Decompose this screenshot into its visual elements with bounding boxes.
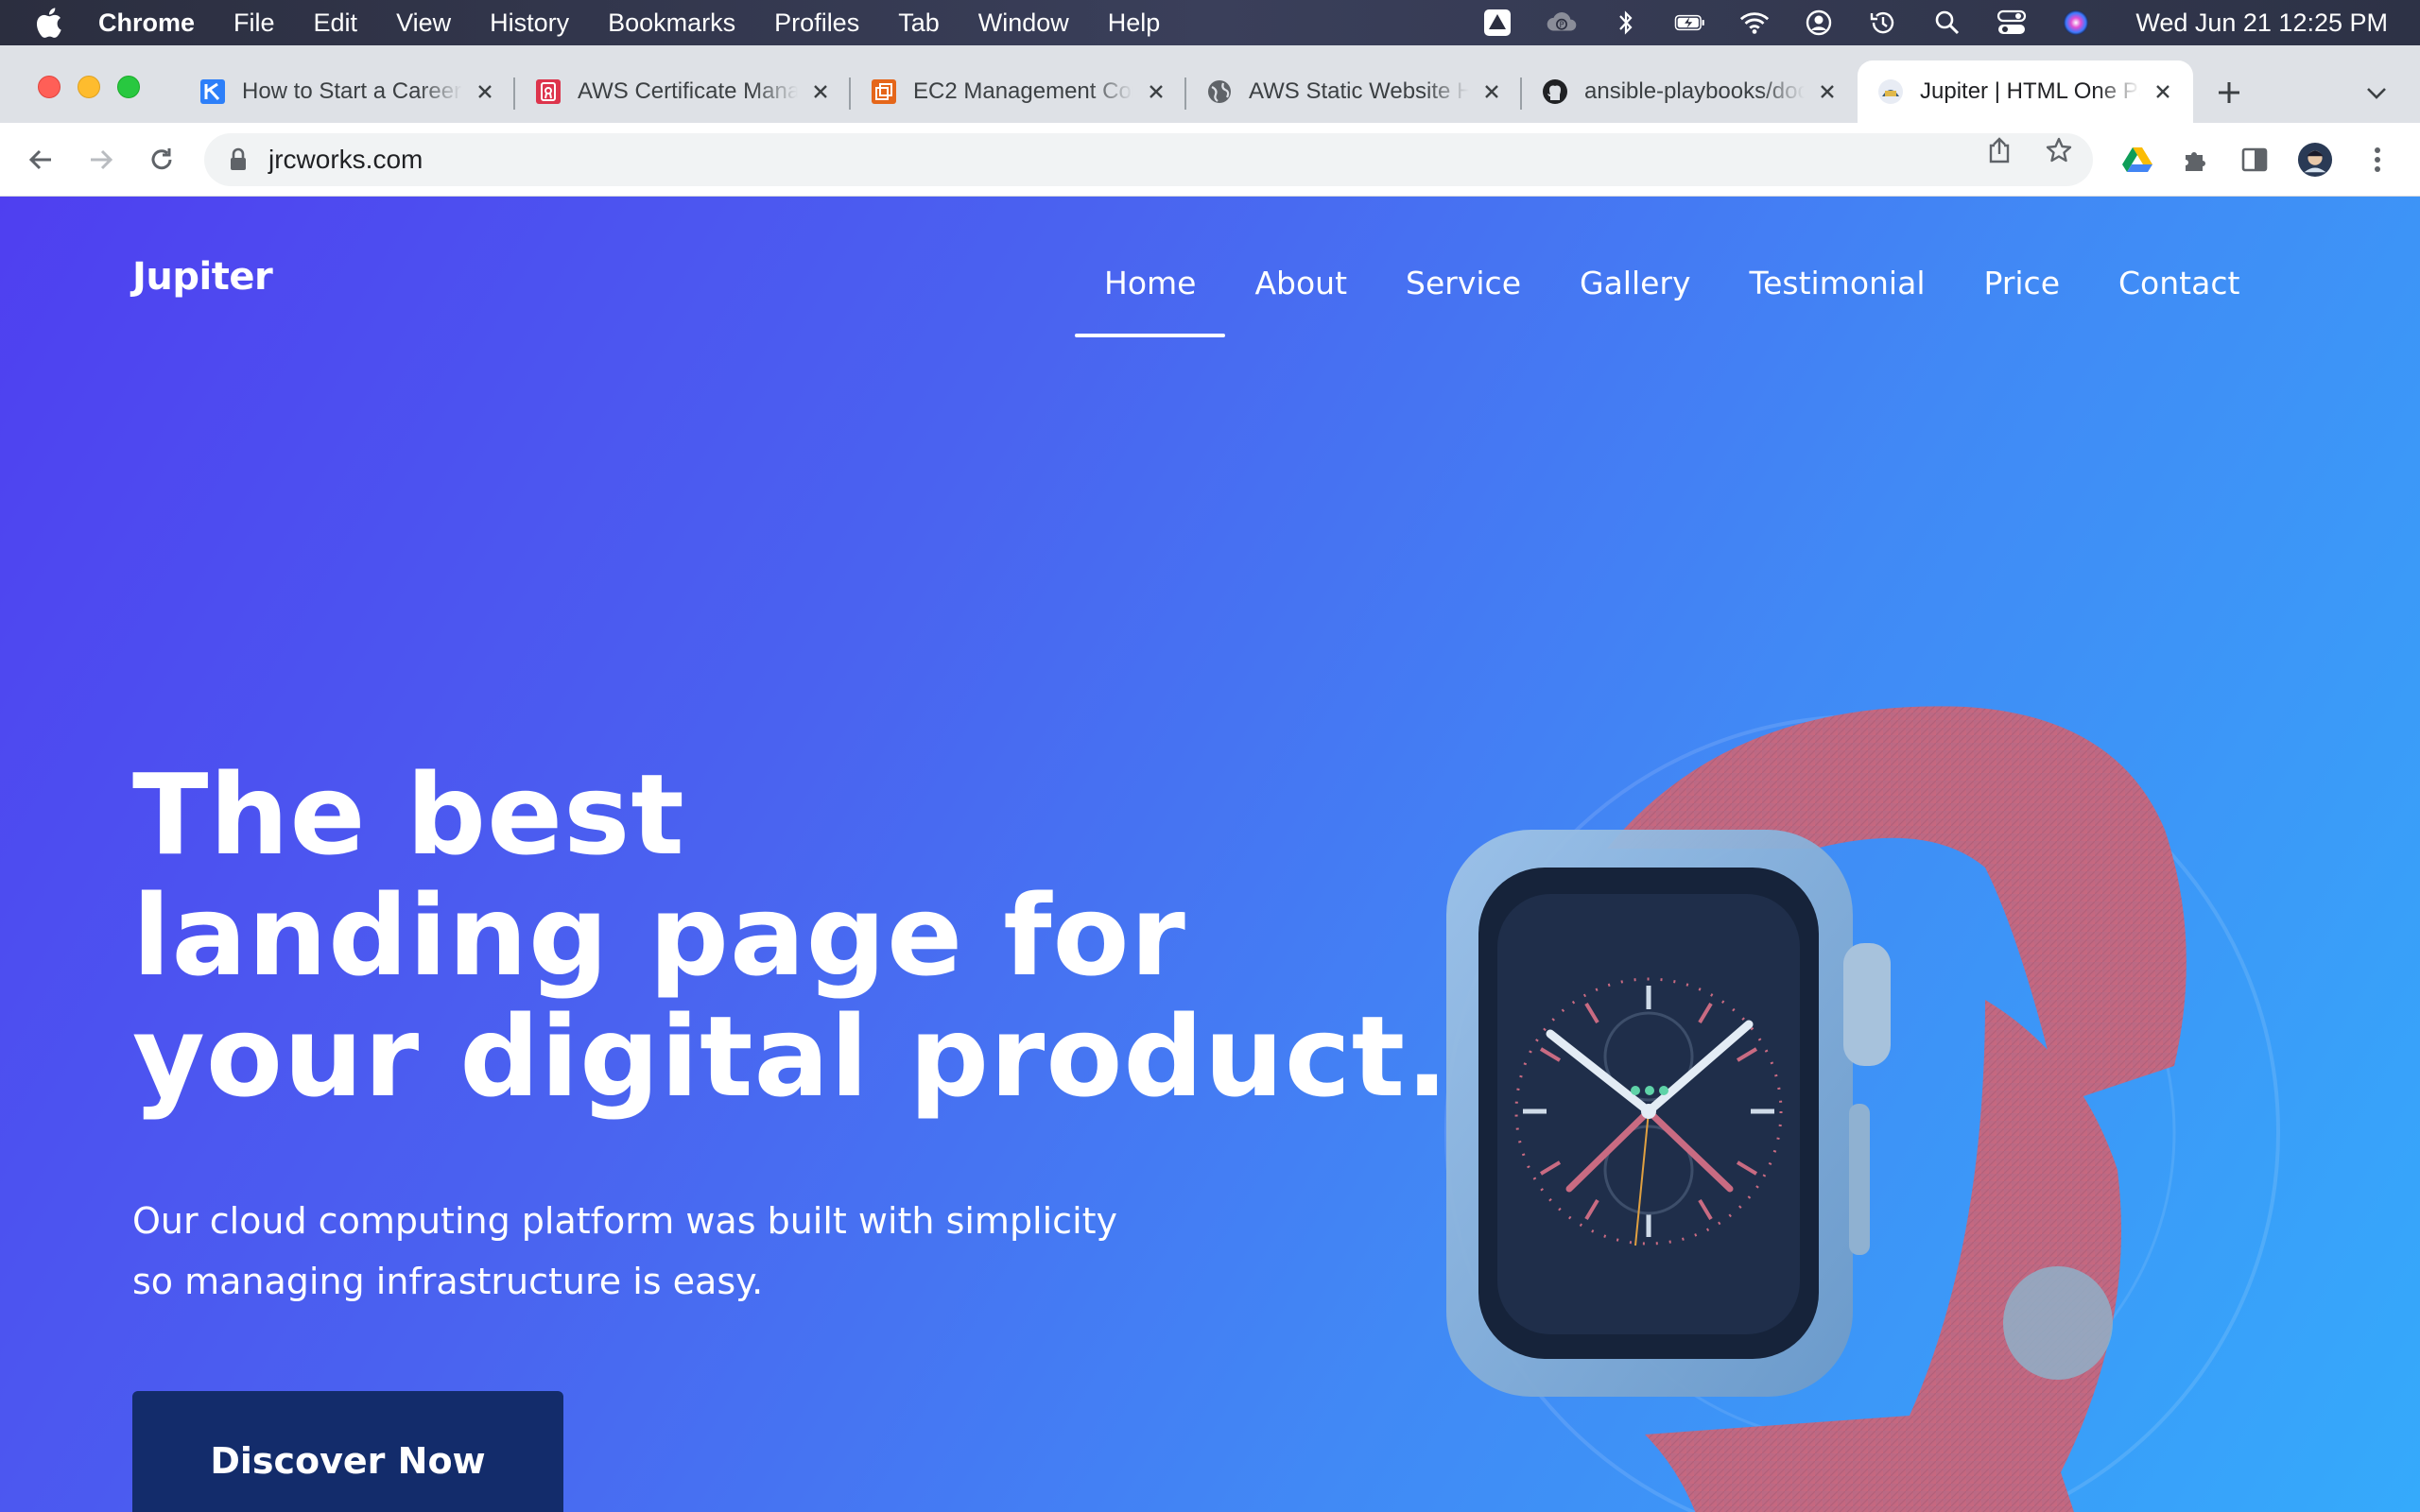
side-panel-icon[interactable] bbox=[2237, 142, 2273, 178]
window-close-button[interactable] bbox=[38, 76, 60, 98]
tab-github-ansible[interactable]: ansible-playbooks/docker bbox=[1522, 60, 1858, 123]
apple-menu-icon[interactable] bbox=[34, 7, 66, 39]
forward-button[interactable] bbox=[81, 140, 121, 180]
menu-edit[interactable]: Edit bbox=[314, 9, 358, 38]
hero-subtitle: Our cloud computing platform was built w… bbox=[132, 1191, 1172, 1312]
nav-link-about[interactable]: About bbox=[1225, 251, 1376, 337]
menu-app-name[interactable]: Chrome bbox=[98, 9, 195, 38]
smartwatch-image bbox=[1444, 706, 2280, 1512]
aws-cert-icon bbox=[534, 77, 562, 106]
address-bar[interactable]: jrcworks.com bbox=[204, 133, 2093, 186]
window-controls bbox=[38, 76, 140, 98]
tab-search-chevron-icon[interactable] bbox=[2358, 77, 2395, 110]
menu-bookmarks[interactable]: Bookmarks bbox=[608, 9, 735, 38]
wifi-icon[interactable] bbox=[1738, 7, 1771, 39]
extensions-puzzle-icon[interactable] bbox=[2178, 142, 2214, 178]
pushbullet-icon[interactable]: P bbox=[1546, 7, 1578, 39]
nav-link-price[interactable]: Price bbox=[1955, 251, 2090, 337]
svg-text:P: P bbox=[1560, 21, 1564, 30]
globe-icon bbox=[1205, 77, 1234, 106]
nav-link-service[interactable]: Service bbox=[1376, 251, 1550, 337]
window-minimize-button[interactable] bbox=[78, 76, 100, 98]
new-tab-button[interactable] bbox=[2210, 74, 2248, 112]
battery-icon[interactable] bbox=[1674, 7, 1706, 39]
drive-sync-icon[interactable] bbox=[1481, 7, 1513, 39]
tab-title: Jupiter | HTML One Page bbox=[1920, 78, 2140, 104]
close-tab-icon[interactable] bbox=[1814, 78, 1841, 105]
back-button[interactable] bbox=[21, 140, 60, 180]
tab-ec2-console[interactable]: EC2 Management Console bbox=[851, 60, 1186, 123]
close-tab-icon[interactable] bbox=[2150, 78, 2176, 105]
menu-view[interactable]: View bbox=[396, 9, 451, 38]
jupiter-icon bbox=[1876, 77, 1905, 106]
tab-title: AWS Static Website Hosting bbox=[1249, 78, 1469, 104]
chrome-menu-icon[interactable] bbox=[2360, 142, 2395, 178]
reload-button[interactable] bbox=[142, 140, 182, 180]
nav-link-contact[interactable]: Contact bbox=[2089, 251, 2269, 337]
menu-history[interactable]: History bbox=[490, 9, 569, 38]
ec2-icon bbox=[870, 77, 898, 106]
google-drive-icon[interactable] bbox=[2119, 142, 2155, 178]
discover-now-button[interactable]: Discover Now bbox=[132, 1391, 563, 1512]
close-tab-icon[interactable] bbox=[1478, 78, 1505, 105]
nav-link-testimonial[interactable]: Testimonial bbox=[1720, 251, 1955, 337]
close-tab-icon[interactable] bbox=[807, 78, 834, 105]
menu-tab[interactable]: Tab bbox=[898, 9, 940, 38]
close-tab-icon[interactable] bbox=[472, 78, 498, 105]
macos-menu-bar: Chrome File Edit View History Bookmarks … bbox=[0, 0, 2420, 45]
hero-subtitle-line: so managing infrastructure is easy. bbox=[132, 1261, 764, 1302]
kodekloud-icon bbox=[199, 77, 227, 106]
tab-kodekloud[interactable]: How to Start a Career in Cloud bbox=[180, 60, 515, 123]
tab-title: ansible-playbooks/docker bbox=[1584, 78, 1805, 104]
chrome-toolbar: jrcworks.com bbox=[0, 123, 2420, 197]
tab-list: How to Start a Career in Cloud AWS Certi… bbox=[180, 60, 2193, 123]
hero-heading-line: The best bbox=[132, 749, 685, 880]
menu-help[interactable]: Help bbox=[1108, 9, 1161, 38]
menu-file[interactable]: File bbox=[233, 9, 275, 38]
menu-profiles[interactable]: Profiles bbox=[774, 9, 859, 38]
close-tab-icon[interactable] bbox=[1143, 78, 1169, 105]
site-navigation: Home About Service Gallery Testimonial P… bbox=[1075, 251, 2269, 337]
hero-heading-line: landing page for bbox=[132, 870, 1186, 1001]
time-machine-icon[interactable] bbox=[1867, 7, 1899, 39]
nav-link-gallery[interactable]: Gallery bbox=[1550, 251, 1720, 337]
control-center-icon[interactable] bbox=[1996, 7, 2028, 39]
tab-aws-certificate-manager[interactable]: AWS Certificate Manager bbox=[515, 60, 851, 123]
share-icon[interactable] bbox=[1985, 136, 2014, 164]
menu-bar-clock[interactable]: Wed Jun 21 12:25 PM bbox=[2135, 9, 2388, 38]
tab-aws-static-website[interactable]: AWS Static Website Hosting bbox=[1186, 60, 1522, 123]
github-icon bbox=[1541, 77, 1569, 106]
siri-icon[interactable] bbox=[2060, 7, 2092, 39]
user-icon[interactable] bbox=[1803, 7, 1835, 39]
window-zoom-button[interactable] bbox=[117, 76, 140, 98]
hero-heading: The best landing page for your digital p… bbox=[132, 754, 1449, 1117]
web-page-viewport: Jupiter Home About Service Gallery Testi… bbox=[0, 197, 2420, 1512]
hero-subtitle-line: Our cloud computing platform was built w… bbox=[132, 1200, 1118, 1242]
tab-jupiter-active[interactable]: Jupiter | HTML One Page bbox=[1858, 60, 2193, 123]
url-text[interactable]: jrcworks.com bbox=[268, 145, 423, 175]
site-logo[interactable]: Jupiter bbox=[132, 255, 273, 299]
bookmark-star-icon[interactable] bbox=[2045, 136, 2073, 164]
tab-title: EC2 Management Console bbox=[913, 78, 1133, 104]
profile-avatar[interactable] bbox=[2297, 142, 2333, 178]
lock-icon[interactable] bbox=[227, 146, 250, 173]
hero-heading-line: your digital product. bbox=[132, 991, 1450, 1122]
spotlight-icon[interactable] bbox=[1931, 7, 1963, 39]
tab-title: How to Start a Career in Cloud bbox=[242, 78, 462, 104]
tab-title: AWS Certificate Manager bbox=[578, 78, 798, 104]
nav-link-home[interactable]: Home bbox=[1075, 251, 1226, 337]
menu-window[interactable]: Window bbox=[978, 9, 1069, 38]
bluetooth-icon[interactable] bbox=[1610, 7, 1642, 39]
